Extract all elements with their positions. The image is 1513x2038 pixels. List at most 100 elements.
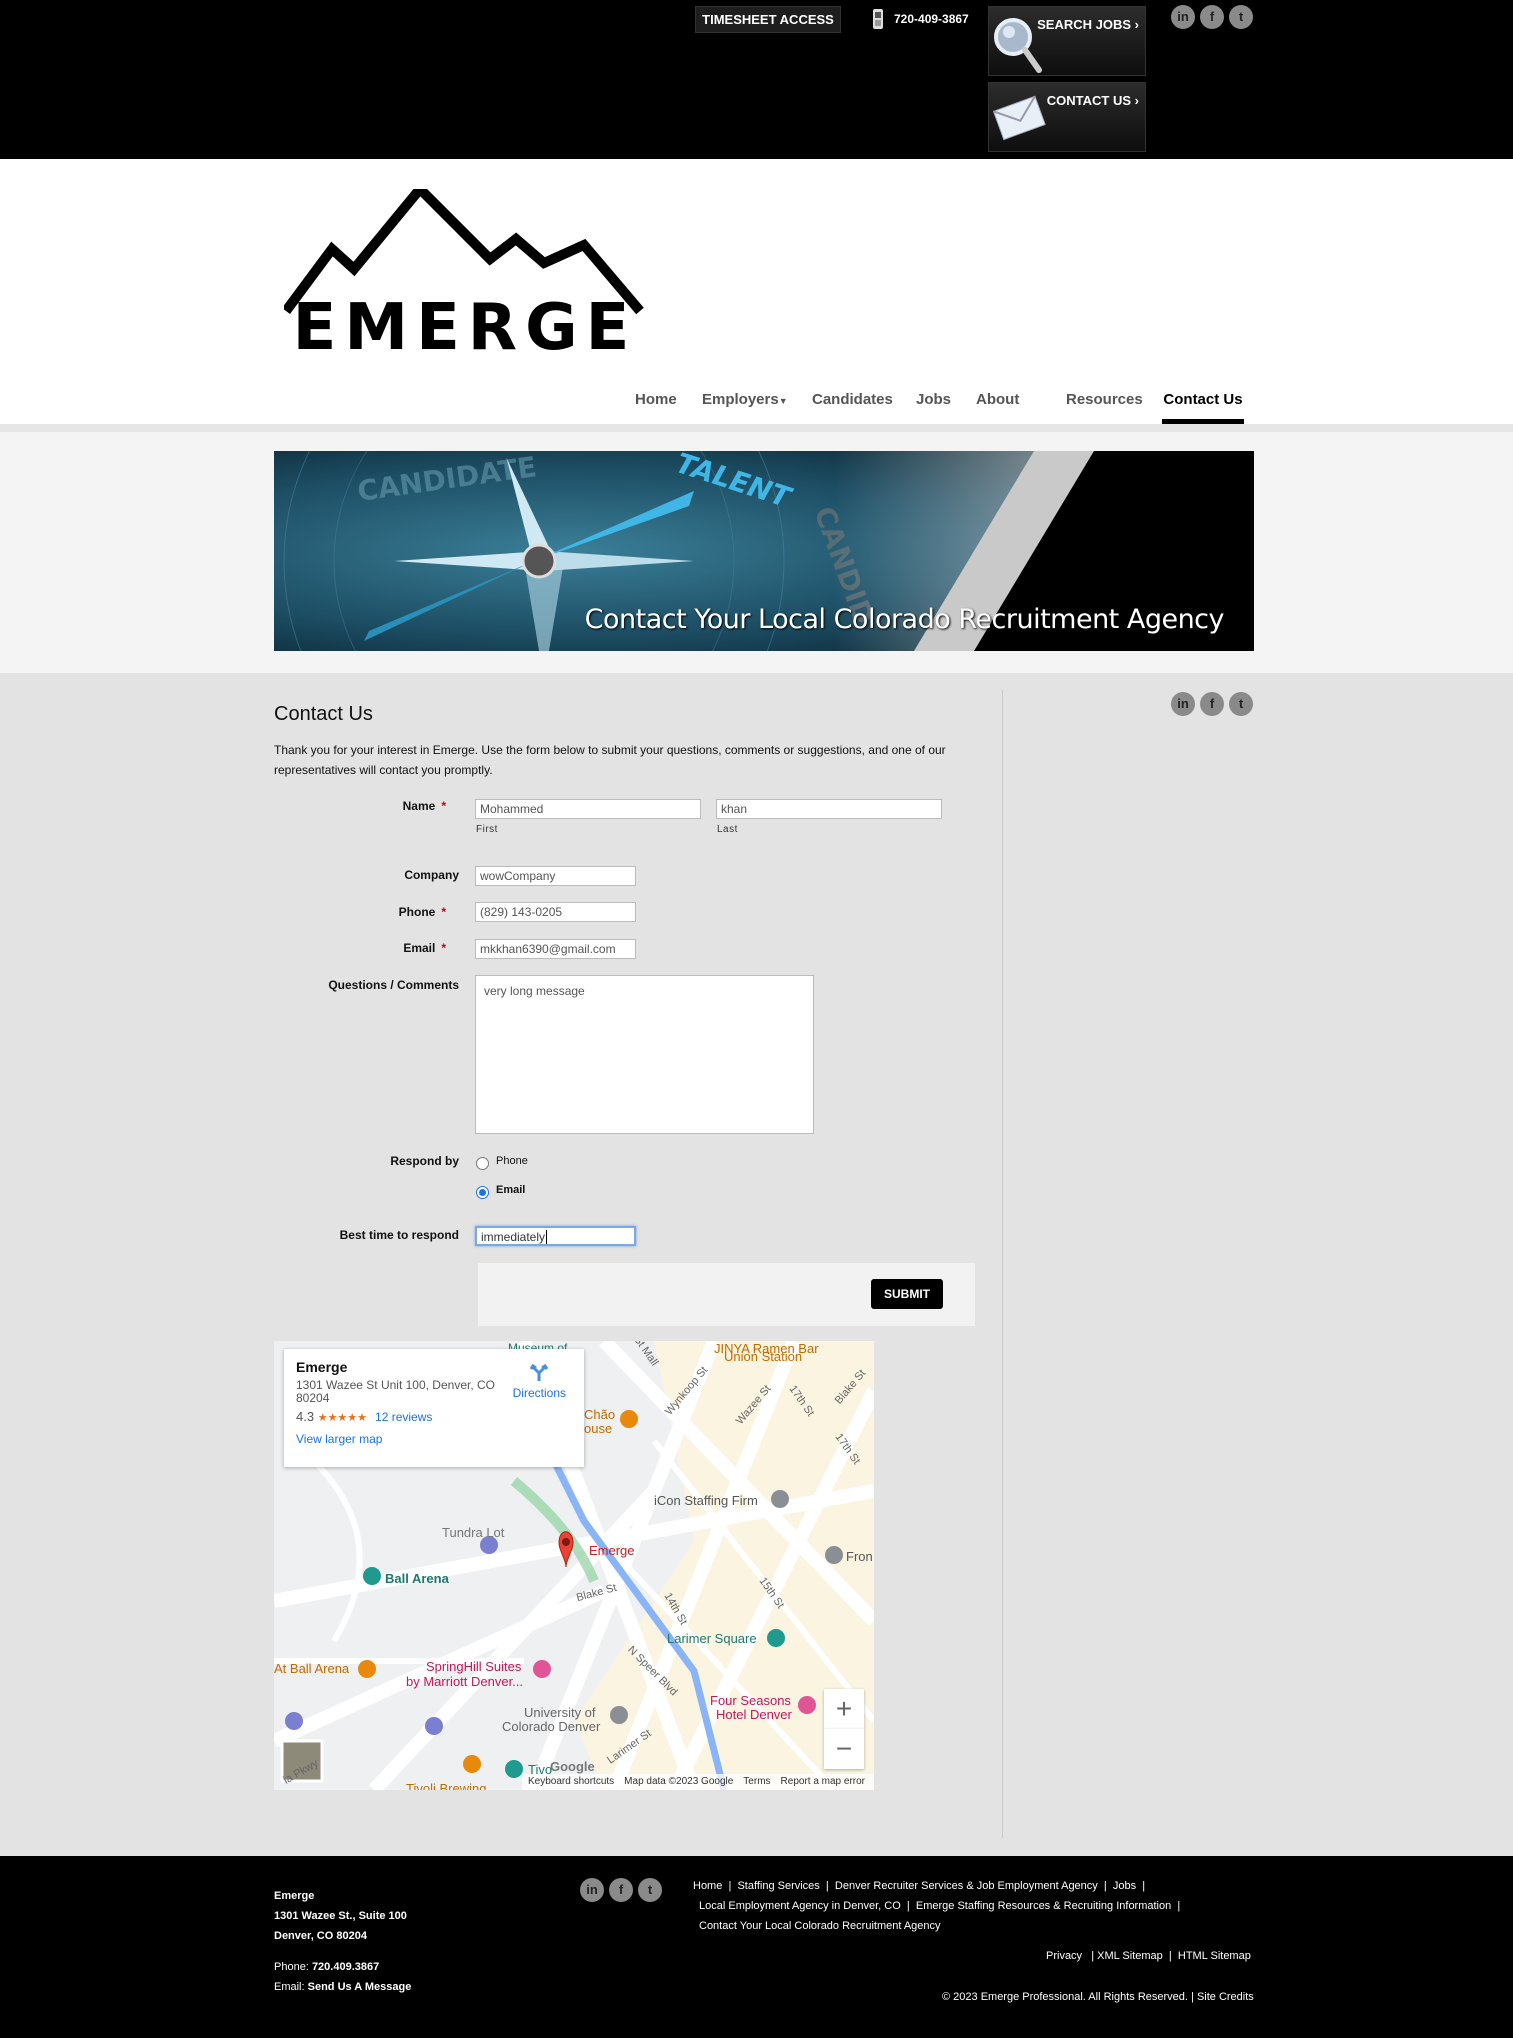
zoom-out-button[interactable]: − (824, 1729, 864, 1769)
footer-email-link[interactable]: Send Us A Message (308, 1981, 412, 1993)
map-label-at-ball-arena: At Ball Arena (274, 1661, 350, 1676)
twitter-icon[interactable]: t (1229, 5, 1253, 29)
contact-us-label: CONTACT US (1046, 93, 1132, 108)
name-label: Name * (246, 799, 446, 813)
first-sublabel: First (476, 824, 498, 835)
map-label-ouse: ouse (584, 1421, 613, 1436)
comments-textarea[interactable]: very long message (475, 975, 814, 1134)
zoom-in-button[interactable]: + (824, 1689, 864, 1729)
linkedin-icon[interactable]: in (1171, 692, 1195, 716)
required-mark: * (441, 941, 446, 955)
nav-employers-label: Employers (702, 391, 779, 408)
embedded-map[interactable]: Tundra Lot Ball Arena Emerge iCon Staffi… (274, 1341, 874, 1790)
map-label-springhill: SpringHill Suites (426, 1659, 522, 1674)
footer-social-icons: in f t (580, 1878, 667, 1902)
footer-link-staffing-services[interactable]: Staffing Services (737, 1880, 819, 1892)
respond-email-radio[interactable] (476, 1186, 489, 1199)
phone-label-text: Phone (398, 905, 436, 919)
footer-copyright: © 2023 Emerge Professional. All Rights R… (942, 1991, 1254, 2003)
footer-link-contact[interactable]: Contact Your Local Colorado Recruitment … (699, 1920, 941, 1932)
footer-link-home[interactable]: Home (693, 1880, 722, 1892)
respond-phone-radio[interactable] (476, 1157, 489, 1170)
footer-phone: Phone: 720.409.3867 (274, 1961, 379, 1973)
facebook-icon[interactable]: f (1200, 692, 1224, 716)
site-credits-link[interactable]: Site Credits (1197, 1991, 1254, 2003)
respond-by-label: Respond by (390, 1154, 459, 1168)
map-footer: Keyboard shortcuts Map data ©2023 Google T… (522, 1774, 874, 1790)
footer-email-label: Email: (274, 1981, 305, 1993)
terms-link[interactable]: Terms (743, 1776, 770, 1787)
company-input[interactable]: wowCompany (475, 866, 636, 886)
report-map-error-link[interactable]: Report a map error (781, 1776, 865, 1787)
logo-wordmark: EMERGE (293, 291, 638, 354)
respond-email-label[interactable]: Email (496, 1184, 525, 1196)
footer-link-local-agency[interactable]: Local Employment Agency in Denver, CO (699, 1900, 901, 1912)
timesheet-access-button[interactable]: TIMESHEET ACCESS (695, 6, 841, 33)
footer-links-row3: Contact Your Local Colorado Recruitment … (699, 1920, 941, 1932)
nav-contact-us[interactable]: Contact Us (1162, 368, 1244, 425)
top-phone[interactable]: 720-409-3867 (872, 8, 969, 30)
footer-link-privacy[interactable]: Privacy (1046, 1950, 1082, 1962)
footer-company: Emerge (274, 1890, 315, 1902)
directions-label: Directions (512, 1386, 566, 1400)
text-cursor (546, 1230, 548, 1244)
map-card-rating: 4.3 (296, 1409, 315, 1424)
comments-label: Questions / Comments (328, 978, 459, 992)
directions-icon (530, 1363, 549, 1381)
page-title: Contact Us (274, 703, 373, 725)
footer-link-jobs[interactable]: Jobs (1113, 1880, 1136, 1892)
rating-stars-icon: ★★★★★ (317, 1412, 368, 1424)
best-time-input[interactable]: immediately (475, 1226, 636, 1246)
keyboard-shortcuts-link[interactable]: Keyboard shortcuts (528, 1776, 614, 1787)
footer-legal-links: Privacy | XML Sitemap | HTML Sitemap (1046, 1950, 1251, 1962)
footer-link-xml-sitemap[interactable]: XML Sitemap (1097, 1950, 1163, 1962)
footer-link-html-sitemap[interactable]: HTML Sitemap (1178, 1950, 1251, 1962)
banner-title: Contact Your Local Colorado Recruitment … (584, 604, 1225, 635)
footer-sep: | (1142, 1880, 1146, 1892)
submit-button[interactable]: SUBMIT (871, 1279, 943, 1309)
footer-sep: | (1177, 1900, 1181, 1912)
twitter-icon[interactable]: t (638, 1878, 662, 1902)
nav-candidates[interactable]: Candidates (812, 368, 893, 425)
map-label-union-station: Union Station (724, 1349, 803, 1364)
nav-about-us[interactable]: About Us (976, 368, 1019, 471)
footer-sep: | (906, 1900, 910, 1912)
map-label-marriott: by Marriott Denver... (406, 1674, 524, 1689)
view-larger-map-link[interactable]: View larger map (296, 1432, 572, 1446)
top-phone-number: 720-409-3867 (894, 12, 969, 26)
map-label-emerge-pin: Emerge (589, 1543, 635, 1558)
footer-link-recruiter-services[interactable]: Denver Recruiter Services & Job Employme… (835, 1880, 1098, 1892)
email-input[interactable]: mkkhan6390@gmail.com (475, 939, 636, 959)
footer-sep: | (728, 1880, 732, 1892)
name-label-text: Name (402, 799, 436, 813)
footer-links-row1: Home | Staffing Services | Denver Recrui… (693, 1880, 1145, 1892)
nav-home[interactable]: Home (635, 368, 677, 425)
twitter-icon[interactable]: t (1229, 692, 1253, 716)
linkedin-icon[interactable]: in (580, 1878, 604, 1902)
map-card-reviews-link[interactable]: 12 reviews (375, 1410, 432, 1424)
intro-text: Thank you for your interest in Emerge. U… (274, 743, 946, 777)
last-name-input[interactable]: khan (716, 799, 942, 819)
footer-sep: | (825, 1880, 829, 1892)
nav-resources[interactable]: Resources (1066, 368, 1143, 425)
nav-employers[interactable]: Employers▼ (702, 368, 788, 425)
map-label-icon-staffing: iCon Staffing Firm (654, 1493, 758, 1508)
facebook-icon[interactable]: f (1200, 5, 1224, 29)
map-label-four-seasons: Four Seasons (710, 1693, 791, 1708)
phone-input[interactable]: (829) 143-0205 (475, 902, 636, 922)
directions-button[interactable]: Directions (513, 1363, 566, 1400)
map-label-hotel-denver: Hotel Denver (716, 1707, 792, 1722)
footer-phone-number[interactable]: 720.409.3867 (312, 1961, 379, 1973)
email-label-text: Email (403, 941, 436, 955)
contact-us-button[interactable]: CONTACT US › (988, 82, 1146, 152)
linkedin-icon[interactable]: in (1171, 5, 1195, 29)
footer-email: Email: Send Us A Message (274, 1981, 411, 1993)
nav-jobs[interactable]: Jobs (916, 368, 951, 425)
search-jobs-button[interactable]: SEARCH JOBS › (988, 6, 1146, 76)
facebook-icon[interactable]: f (609, 1878, 633, 1902)
first-name-input[interactable]: Mohammed (475, 799, 701, 819)
footer-link-resources[interactable]: Emerge Staffing Resources & Recruiting I… (916, 1900, 1171, 1912)
emerge-logo[interactable]: EMERGE (284, 189, 646, 354)
respond-phone-label[interactable]: Phone (496, 1155, 528, 1167)
footer-phone-label: Phone: (274, 1961, 309, 1973)
